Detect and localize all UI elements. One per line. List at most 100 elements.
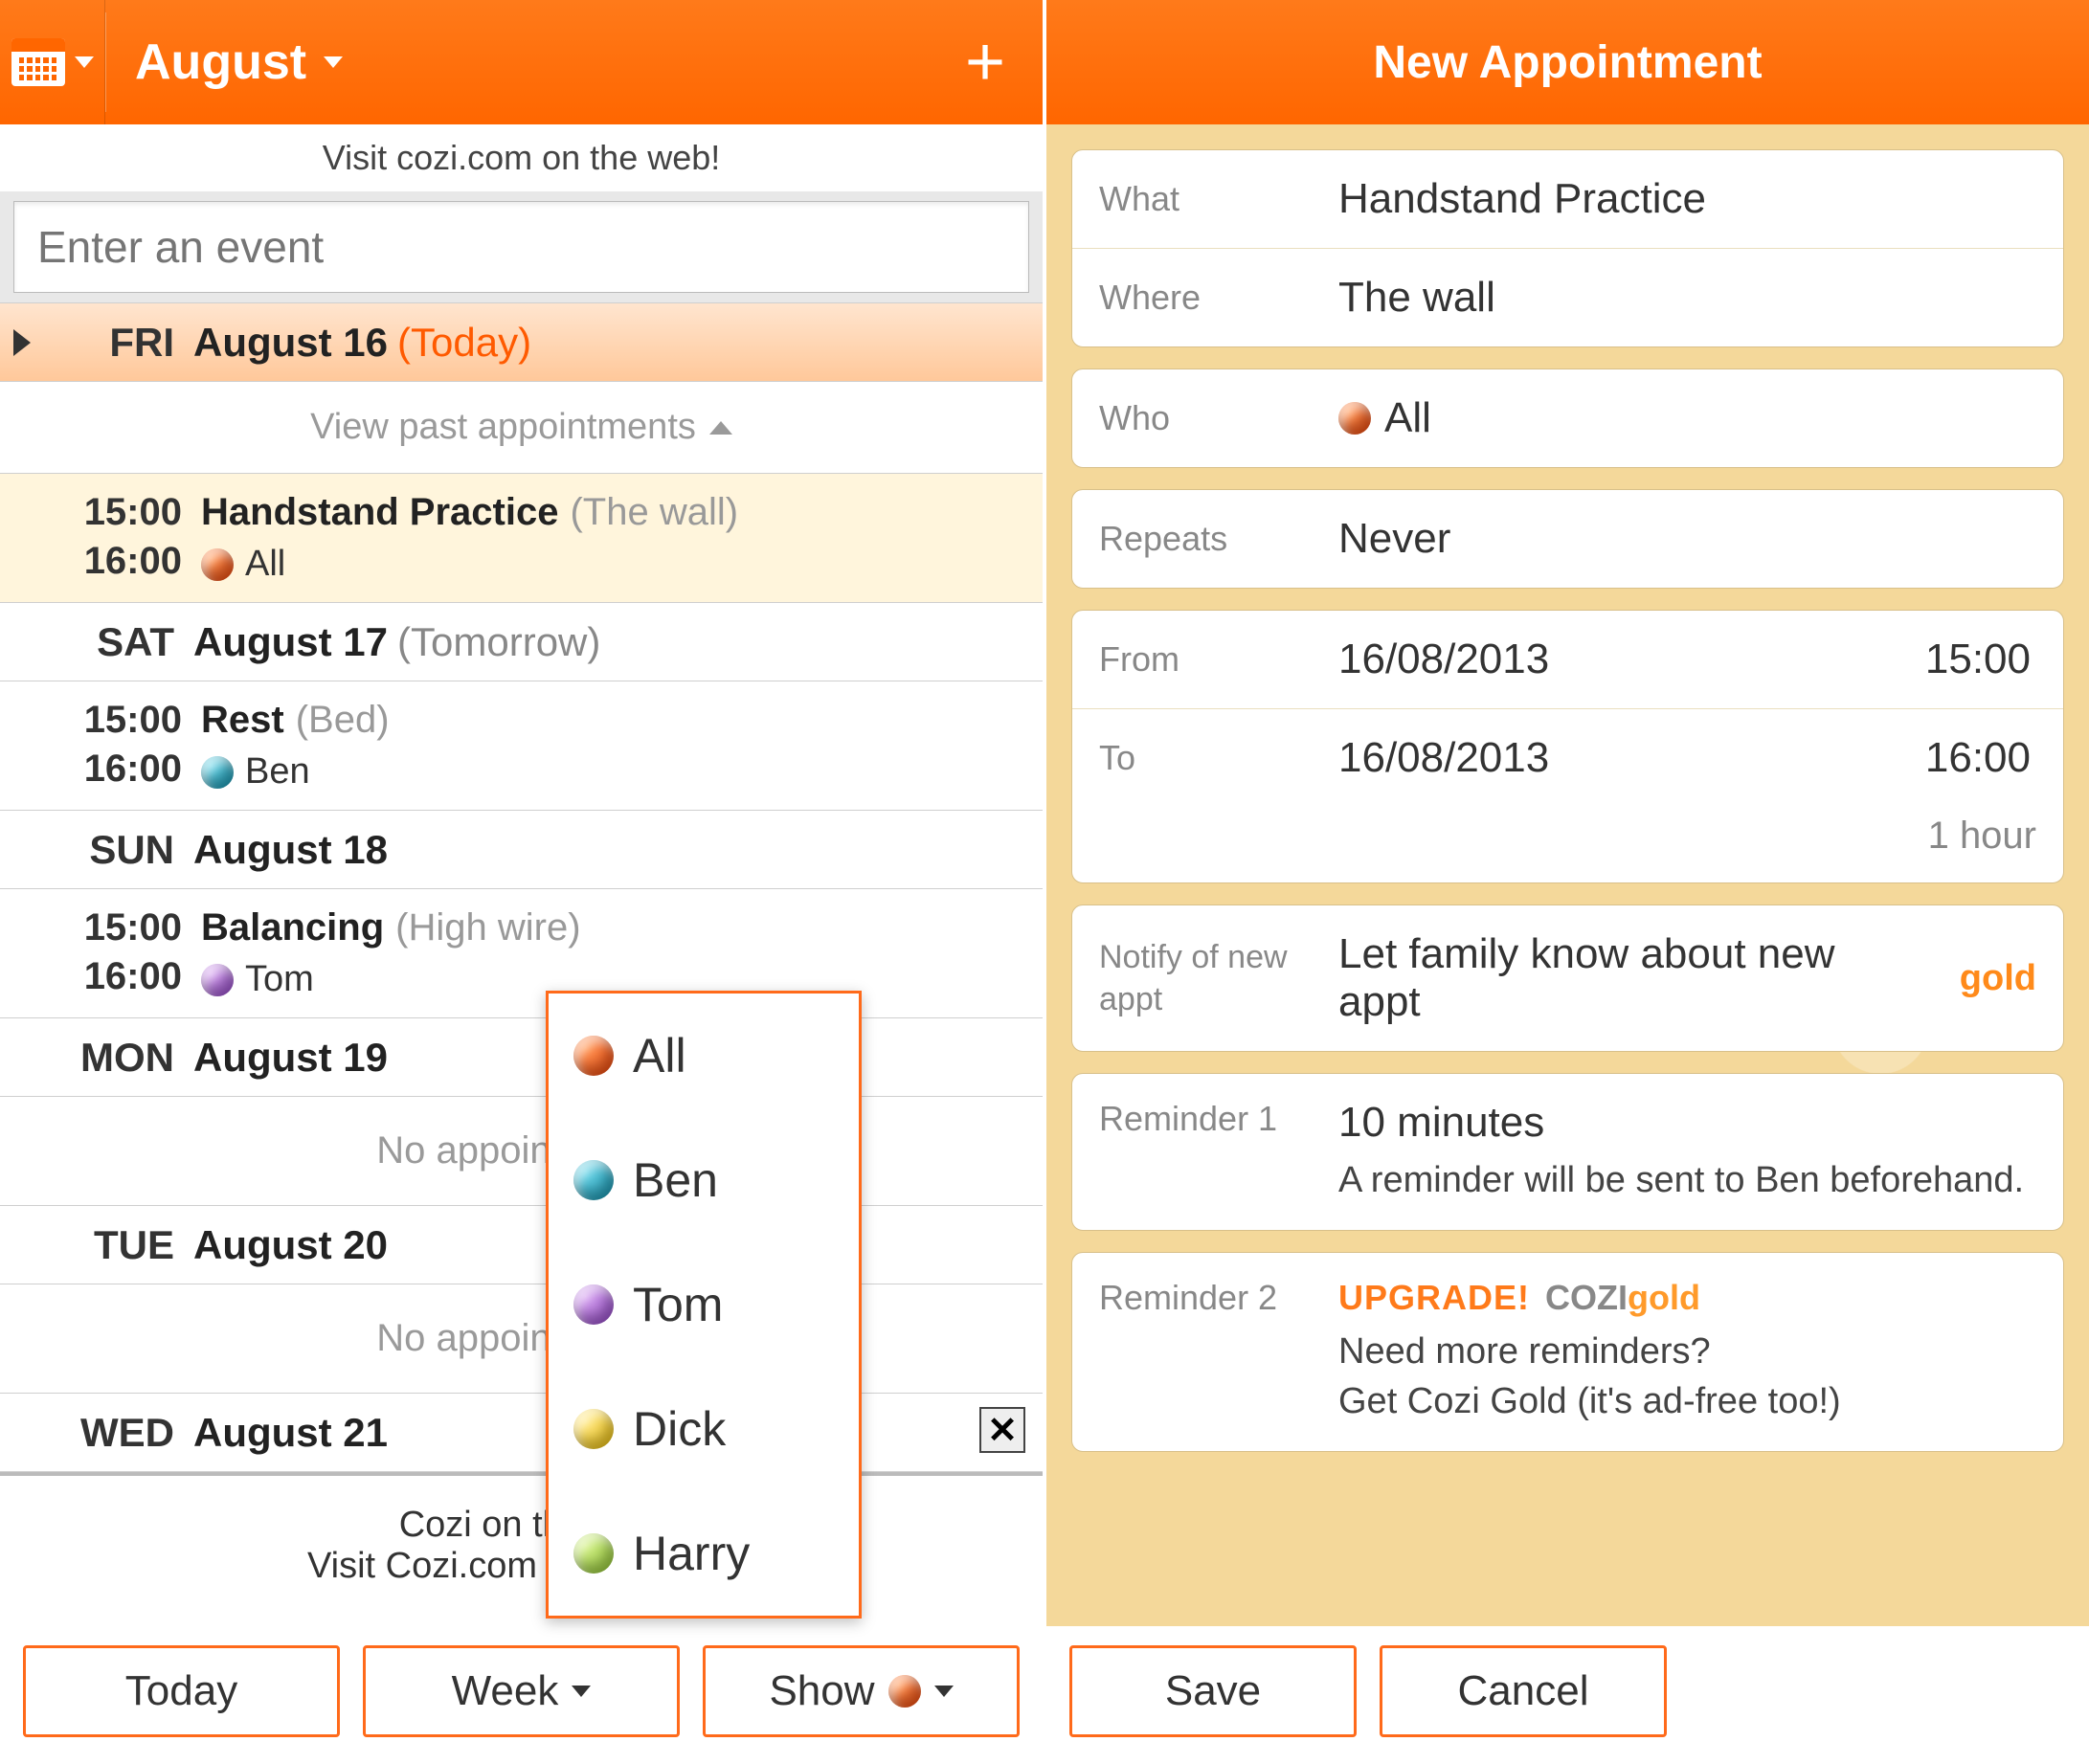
who-value: All (1384, 394, 1431, 442)
appointment-who: All (245, 544, 285, 585)
calendar-icon (11, 38, 65, 86)
reminder2-field[interactable]: Reminder 2 UPGRADE! COZIgold Need more r… (1072, 1253, 2063, 1451)
appointment-form: What Handstand Practice Where The wall W… (1046, 124, 2089, 1626)
day-header-fri[interactable]: FRI August 16 (Today) (0, 303, 1043, 382)
plus-icon: + (965, 23, 1005, 101)
add-appointment-button[interactable]: + (947, 24, 1023, 100)
repeats-field[interactable]: Repeats Never (1072, 490, 2063, 588)
dow-label: SAT (31, 619, 193, 665)
from-field[interactable]: From 16/08/2013 15:00 (1072, 611, 2063, 709)
ad-line1: Cozi on the go! (0, 1505, 1043, 1546)
filter-option-tom[interactable]: Tom (549, 1242, 859, 1367)
dow-label: SUN (31, 827, 193, 873)
reminder1-subtext: A reminder will be sent to Ben beforehan… (1338, 1156, 2036, 1205)
page-title: New Appointment (1046, 36, 2089, 89)
week-dropdown[interactable]: Week (363, 1645, 680, 1737)
filter-option-dick[interactable]: Dick (549, 1367, 859, 1491)
to-date: 16/08/2013 (1338, 734, 1549, 782)
month-label: August (135, 33, 306, 91)
event-input-wrap (0, 191, 1043, 303)
day-header-mon[interactable]: MON August 19 (0, 1018, 1043, 1097)
close-ad-button[interactable]: ✕ (979, 1407, 1025, 1453)
appointment-row[interactable]: 15:00 16:00 Handstand Practice (The wall… (0, 474, 1043, 603)
day-header-sat[interactable]: SAT August 17 (Tomorrow) (0, 603, 1043, 681)
to-field[interactable]: To 16/08/2013 16:00 (1072, 709, 2063, 807)
reminder2-line1: Need more reminders? (1338, 1328, 2036, 1376)
show-filter-dropdown[interactable]: Show (703, 1645, 1020, 1737)
appointment-location: (The wall) (570, 491, 738, 534)
today-tag: (Today) (397, 320, 531, 366)
appointment-row[interactable]: 15:0016:00 Rest (Bed) Ben (0, 681, 1043, 811)
filter-option-ben[interactable]: Ben (549, 1118, 859, 1242)
day-header-sun[interactable]: SUN August 18 (0, 811, 1043, 889)
dow-label: MON (31, 1035, 193, 1081)
cozi-gold-logo: COZIgold (1545, 1278, 1700, 1318)
person-dot-icon (573, 1409, 614, 1449)
form-buttons: Save Cancel (1046, 1626, 2089, 1764)
from-date: 16/08/2013 (1338, 636, 1549, 683)
today-button[interactable]: Today (23, 1645, 340, 1737)
person-dot-icon (573, 1160, 614, 1200)
day-header-wed[interactable]: WED August 21 ✕ (0, 1394, 1043, 1472)
what-value: Handstand Practice (1338, 175, 2036, 223)
upgrade-label: UPGRADE! (1338, 1278, 1530, 1318)
filter-option-all[interactable]: All (549, 994, 859, 1118)
chevron-down-icon (324, 56, 343, 68)
where-field[interactable]: Where The wall (1072, 249, 2063, 346)
today-indicator-icon (13, 329, 31, 356)
repeats-value: Never (1338, 515, 2036, 563)
duration-label: 1 hour (1072, 807, 2063, 882)
person-dot-icon (1338, 402, 1371, 435)
date-label: August 20 (193, 1222, 388, 1268)
month-dropdown[interactable]: August (106, 0, 371, 124)
calendar-screen: August + Visit cozi.com on the web! FRI … (0, 0, 1046, 1764)
cancel-button[interactable]: Cancel (1380, 1645, 1667, 1737)
date-label: August 18 (193, 827, 388, 873)
person-dot-icon (573, 1284, 614, 1325)
new-appointment-screen: New Appointment What Handstand Practice … (1046, 0, 2089, 1764)
filter-option-harry[interactable]: Harry (549, 1491, 859, 1616)
close-icon: ✕ (987, 1409, 1018, 1452)
chevron-down-icon (75, 56, 94, 68)
date-label: August 16 (193, 320, 388, 366)
ad-banner[interactable]: Cozi on the go! Visit Cozi.com on the we… (0, 1472, 1043, 1625)
date-suffix: (Tomorrow) (397, 619, 600, 665)
calendar-header: August + (0, 0, 1043, 124)
date-label: August 17 (193, 619, 388, 665)
appointment-times: 15:00 16:00 (0, 491, 201, 585)
appointment-title: Balancing (201, 906, 384, 949)
from-time: 15:00 (1925, 636, 2036, 683)
person-filter-popup: All Ben Tom Dick Harry (546, 991, 862, 1619)
promo-banner[interactable]: Visit cozi.com on the web! (0, 124, 1043, 191)
who-field[interactable]: Who All (1072, 369, 2063, 467)
to-time: 16:00 (1925, 734, 2036, 782)
new-appointment-header: New Appointment (1046, 0, 2089, 124)
calendar-view-button[interactable] (0, 0, 105, 124)
reminder1-field[interactable]: Reminder 1 10 minutes A reminder will be… (1072, 1074, 2063, 1230)
bottom-toolbar: Today Week Show (0, 1626, 1043, 1764)
ad-line2: Visit Cozi.com on the web! (0, 1546, 1043, 1587)
notify-value: Let family know about new appt (1338, 930, 1836, 1026)
person-dot-icon (201, 548, 234, 581)
appointment-who: Ben (245, 751, 310, 793)
view-past-link[interactable]: View past appointments (0, 382, 1043, 474)
day-header-tue[interactable]: TUE August 20 (0, 1206, 1043, 1284)
person-dot-icon (201, 756, 234, 789)
no-appointments: No appointments (0, 1284, 1043, 1394)
appointment-row[interactable]: 15:0016:00 Balancing (High wire) Tom (0, 889, 1043, 1018)
save-button[interactable]: Save (1069, 1645, 1357, 1737)
event-input[interactable] (13, 201, 1029, 293)
appointment-location: (High wire) (395, 906, 580, 949)
view-past-label: View past appointments (310, 407, 696, 448)
person-dot-icon (201, 964, 234, 996)
where-value: The wall (1338, 274, 2036, 322)
chevron-down-icon (934, 1686, 954, 1697)
reminder2-line2: Get Cozi Gold (it's ad-free too!) (1338, 1377, 2036, 1426)
notify-field[interactable]: Notify of new appt Let family know about… (1072, 905, 2063, 1051)
appointment-title: Handstand Practice (201, 491, 558, 534)
date-label: August 19 (193, 1035, 388, 1081)
dow-label: FRI (31, 320, 193, 366)
what-field[interactable]: What Handstand Practice (1072, 150, 2063, 249)
chevron-up-icon (709, 421, 732, 435)
dow-label: WED (31, 1410, 193, 1456)
